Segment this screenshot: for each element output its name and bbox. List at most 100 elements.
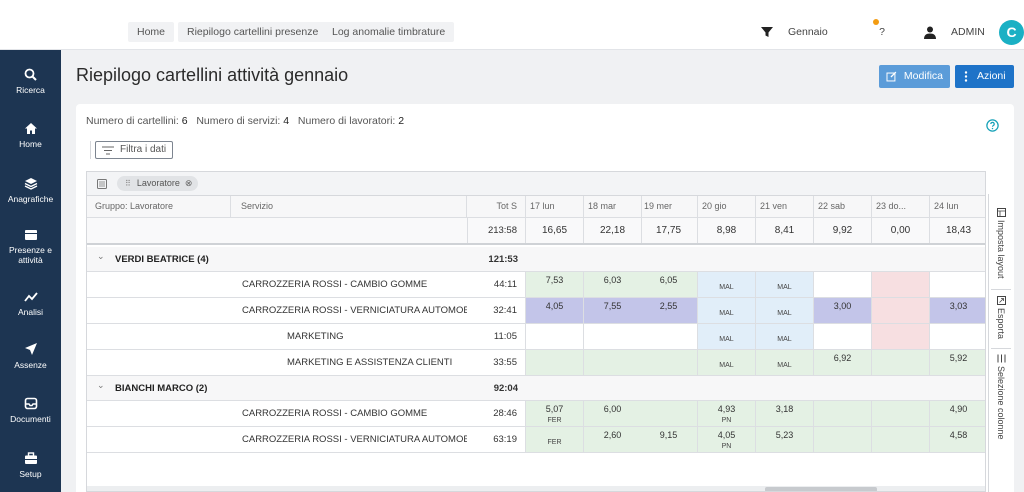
- day-cell[interactable]: MAL: [698, 350, 756, 375]
- column-header-day[interactable]: 17 lun: [526, 196, 584, 217]
- day-cell[interactable]: 4,05: [526, 298, 584, 323]
- sidebar-item-analisi[interactable]: Analisi: [0, 290, 61, 317]
- help-circle-icon[interactable]: [986, 119, 999, 132]
- sidebar-item-documenti[interactable]: Documenti: [0, 397, 61, 424]
- summary-line: Numero di cartellini: 6 Numero di serviz…: [86, 115, 404, 127]
- day-cell[interactable]: MAL: [756, 324, 814, 349]
- day-cell[interactable]: 2,55: [640, 298, 698, 323]
- tool-esporta[interactable]: Esporta: [989, 296, 1013, 339]
- sidebar-item-ricerca[interactable]: Ricerca: [0, 68, 61, 95]
- day-cell[interactable]: 3,18: [756, 401, 814, 426]
- day-cell[interactable]: [930, 324, 985, 349]
- table-row[interactable]: CARROZZERIA ROSSI - CAMBIO GOMME 44:11 7,5…: [87, 272, 985, 298]
- group-row[interactable]: ⌄ BIANCHI MARCO (2) 92:04: [87, 376, 985, 401]
- day-cell[interactable]: FER: [526, 427, 584, 452]
- refresh-button[interactable]: C: [999, 20, 1024, 45]
- column-header-day[interactable]: 24 lun: [930, 196, 985, 217]
- day-cell[interactable]: 7,55: [584, 298, 642, 323]
- group-row[interactable]: ⌄ VERDI BEATRICE (4) 121:53: [87, 247, 985, 272]
- column-header-gruppo[interactable]: Gruppo: Lavoratore: [87, 196, 231, 217]
- column-header-servizio[interactable]: Servizio: [231, 196, 467, 217]
- help-button[interactable]: ?: [872, 18, 892, 46]
- table-row[interactable]: CARROZZERIA ROSSI - CAMBIO GOMME 28:46 5,0…: [87, 401, 985, 427]
- day-cell[interactable]: [872, 272, 930, 297]
- remove-chip-icon[interactable]: ⊗: [185, 176, 193, 191]
- day-code: MAL: [719, 284, 734, 291]
- column-header-day[interactable]: 23 do...: [872, 196, 930, 217]
- day-cell[interactable]: 5,23: [756, 427, 814, 452]
- day-cell[interactable]: 4,58: [930, 427, 985, 452]
- day-cell[interactable]: 6,03: [584, 272, 642, 297]
- day-cell[interactable]: [872, 298, 930, 323]
- table-row[interactable]: CARROZZERIA ROSSI - VERNICIATURA AUTOMOB…: [87, 427, 985, 453]
- scrollbar-thumb[interactable]: [765, 487, 877, 491]
- sidebar-item-anagrafiche[interactable]: Anagrafiche: [0, 177, 61, 204]
- day-cell[interactable]: [814, 401, 872, 426]
- column-header-day[interactable]: 22 sab: [814, 196, 872, 217]
- day-cell[interactable]: MAL: [756, 298, 814, 323]
- filtra-dati-button[interactable]: Filtra i dati: [95, 141, 173, 159]
- day-cell[interactable]: 2,60: [584, 427, 642, 452]
- column-header-day[interactable]: 20 gio: [698, 196, 756, 217]
- day-cell[interactable]: [872, 350, 930, 375]
- day-cell[interactable]: [814, 427, 872, 452]
- day-cell[interactable]: 6,92: [814, 350, 872, 375]
- sidebar-item-presenze[interactable]: Presenze e attività: [0, 228, 61, 265]
- month-filter[interactable]: Gennaio: [760, 18, 828, 46]
- table-row[interactable]: MARKETING E ASSISTENZA CLIENTI 33:55 MAL MA…: [87, 350, 985, 376]
- sidebar-item-assenze[interactable]: Assenze: [0, 342, 61, 370]
- group-chip-lavoratore[interactable]: ⠿ Lavoratore ⊗: [117, 176, 199, 191]
- day-cell[interactable]: [584, 324, 642, 349]
- day-cell[interactable]: 6,05: [640, 272, 698, 297]
- tab-log-anomalie[interactable]: Log anomalie timbrature: [323, 22, 455, 42]
- day-cell[interactable]: [526, 324, 584, 349]
- chevron-down-icon[interactable]: ⌄: [97, 251, 105, 262]
- table-row[interactable]: MARKETING 11:05 MAL MAL: [87, 324, 985, 350]
- day-cell[interactable]: MAL: [698, 298, 756, 323]
- column-header-day[interactable]: 21 ven: [756, 196, 814, 217]
- column-header-day[interactable]: 18 mar: [584, 196, 642, 217]
- day-cell[interactable]: 3,03: [930, 298, 985, 323]
- day-cell[interactable]: [640, 324, 698, 349]
- cartellini-value: 6: [181, 115, 188, 127]
- sidebar: Ricerca Home Anagrafiche Presenze e atti…: [0, 50, 61, 492]
- tool-selezione-colonne[interactable]: Selezione colonne: [989, 354, 1013, 440]
- sidebar-item-setup[interactable]: Setup: [0, 452, 61, 479]
- day-cell[interactable]: 5,07 FER: [526, 401, 584, 426]
- day-cell[interactable]: MAL: [756, 272, 814, 297]
- day-cell[interactable]: [872, 324, 930, 349]
- modifica-button[interactable]: Modifica: [879, 65, 950, 88]
- day-cell[interactable]: 4,05 PN: [698, 427, 756, 452]
- tab-home[interactable]: Home: [128, 22, 175, 42]
- table-row[interactable]: CARROZZERIA ROSSI - VERNICIATURA AUTOMOB…: [87, 298, 985, 324]
- tool-imposta-layout[interactable]: Imposta layout: [989, 208, 1013, 279]
- day-cell[interactable]: [814, 272, 872, 297]
- day-cell[interactable]: [930, 272, 985, 297]
- day-cell[interactable]: 6,00: [584, 401, 642, 426]
- day-cell[interactable]: 5,92: [930, 350, 985, 375]
- day-cell[interactable]: MAL: [698, 324, 756, 349]
- day-cell[interactable]: [640, 401, 698, 426]
- horizontal-scrollbar[interactable]: [87, 486, 985, 491]
- chevron-down-icon[interactable]: ⌄: [97, 380, 105, 391]
- day-cell[interactable]: [872, 401, 930, 426]
- sidebar-item-home[interactable]: Home: [0, 122, 61, 149]
- day-cell[interactable]: 4,93 PN: [698, 401, 756, 426]
- day-cell[interactable]: [872, 427, 930, 452]
- day-cell[interactable]: [640, 350, 698, 375]
- day-cell[interactable]: MAL: [698, 272, 756, 297]
- day-cell[interactable]: 4,90: [930, 401, 985, 426]
- day-cell[interactable]: [526, 350, 584, 375]
- day-cell[interactable]: 7,53: [526, 272, 584, 297]
- day-cell[interactable]: 3,00: [814, 298, 872, 323]
- column-header-tot[interactable]: Tot S: [467, 196, 526, 217]
- day-cell[interactable]: [584, 350, 642, 375]
- day-cell[interactable]: 9,15: [640, 427, 698, 452]
- totals-day-cell: 18,43: [930, 218, 985, 243]
- tab-riepilogo-cartellini[interactable]: Riepilogo cartellini presenze: [178, 22, 328, 42]
- column-header-day[interactable]: 19 mer: [640, 196, 698, 217]
- day-cell[interactable]: [814, 324, 872, 349]
- user-menu[interactable]: ADMIN: [924, 18, 985, 46]
- azioni-button[interactable]: Azioni: [955, 65, 1014, 88]
- day-cell[interactable]: MAL: [756, 350, 814, 375]
